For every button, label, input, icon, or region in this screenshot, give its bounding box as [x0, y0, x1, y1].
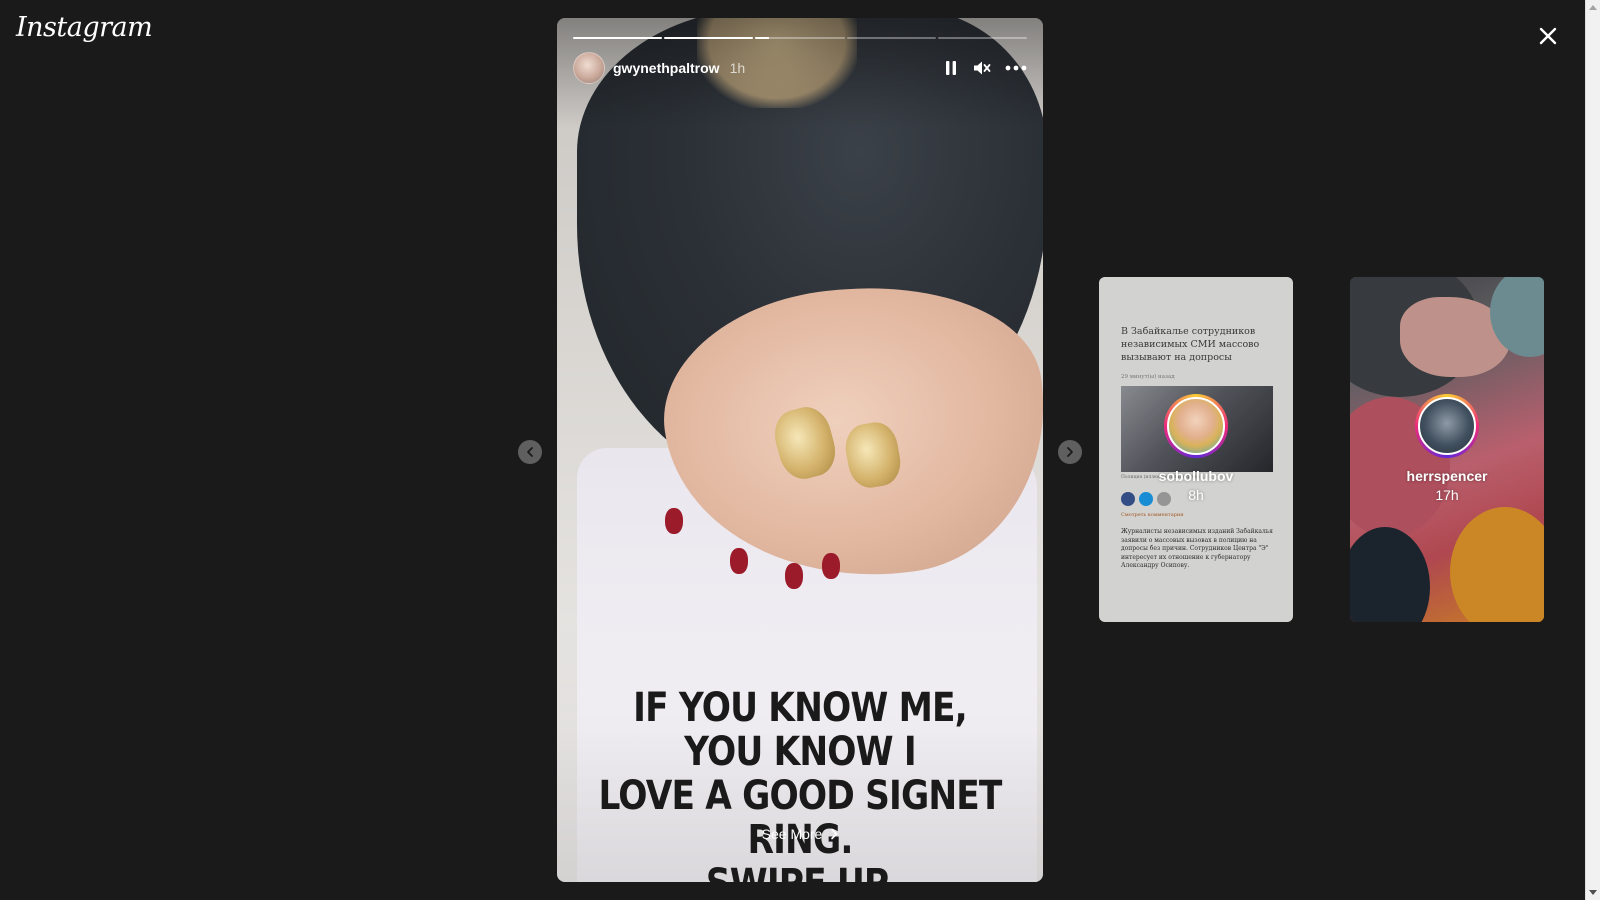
- speaker-muted-icon: [974, 61, 991, 75]
- preview-username: herrspencer: [1406, 468, 1488, 484]
- preview-timestamp: 8h: [1188, 487, 1204, 503]
- preview-username: sobollubov: [1158, 468, 1234, 484]
- story-controls: [943, 60, 1027, 76]
- close-button[interactable]: [1532, 20, 1564, 52]
- avatar: [1418, 397, 1476, 455]
- pause-icon: [946, 61, 956, 75]
- story-preview-card[interactable]: herrspencer 17h: [1350, 277, 1544, 622]
- chevron-right-icon: [1067, 447, 1073, 457]
- more-options-button[interactable]: [1005, 65, 1027, 71]
- story-caption: IF YOU KNOW ME, YOU KNOW I LOVE A GOOD S…: [598, 685, 1002, 882]
- close-icon: [1539, 27, 1557, 45]
- see-more-label: See More: [761, 826, 823, 842]
- story-viewer[interactable]: gwynethpaltrow 1h IF YOU KNOW ME, YOU KN…: [557, 18, 1043, 882]
- chevron-left-icon: [527, 447, 533, 457]
- next-story-button[interactable]: [1058, 440, 1082, 464]
- avatar-ring: [1164, 394, 1228, 458]
- avatar-ring: [1415, 394, 1479, 458]
- previous-story-button[interactable]: [518, 440, 542, 464]
- preview-timestamp: 17h: [1435, 487, 1459, 503]
- progress-segment: [846, 37, 936, 39]
- story-progress-bar: [573, 37, 1028, 39]
- page-scrollbar[interactable]: [1585, 0, 1600, 900]
- progress-segment: [755, 37, 845, 39]
- chevron-right-icon: [831, 828, 838, 840]
- pause-button[interactable]: [943, 60, 959, 76]
- mute-button[interactable]: [973, 60, 991, 76]
- progress-segment: [573, 37, 663, 39]
- story-username[interactable]: gwynethpaltrow: [613, 60, 720, 76]
- progress-segment: [664, 37, 754, 39]
- instagram-logo[interactable]: Instagram: [16, 12, 153, 43]
- scroll-down-arrow[interactable]: [1589, 890, 1597, 895]
- story-header: gwynethpaltrow 1h: [573, 52, 1027, 84]
- scroll-up-arrow[interactable]: [1589, 5, 1597, 10]
- story-timestamp: 1h: [729, 60, 746, 76]
- more-horizontal-icon: [1005, 65, 1027, 71]
- story-preview-card[interactable]: В Забайкалье сотрудников независимых СМИ…: [1099, 277, 1293, 622]
- progress-segment: [937, 37, 1028, 39]
- avatar: [1167, 397, 1225, 455]
- see-more-link[interactable]: See More: [557, 826, 1043, 842]
- avatar[interactable]: [573, 52, 605, 84]
